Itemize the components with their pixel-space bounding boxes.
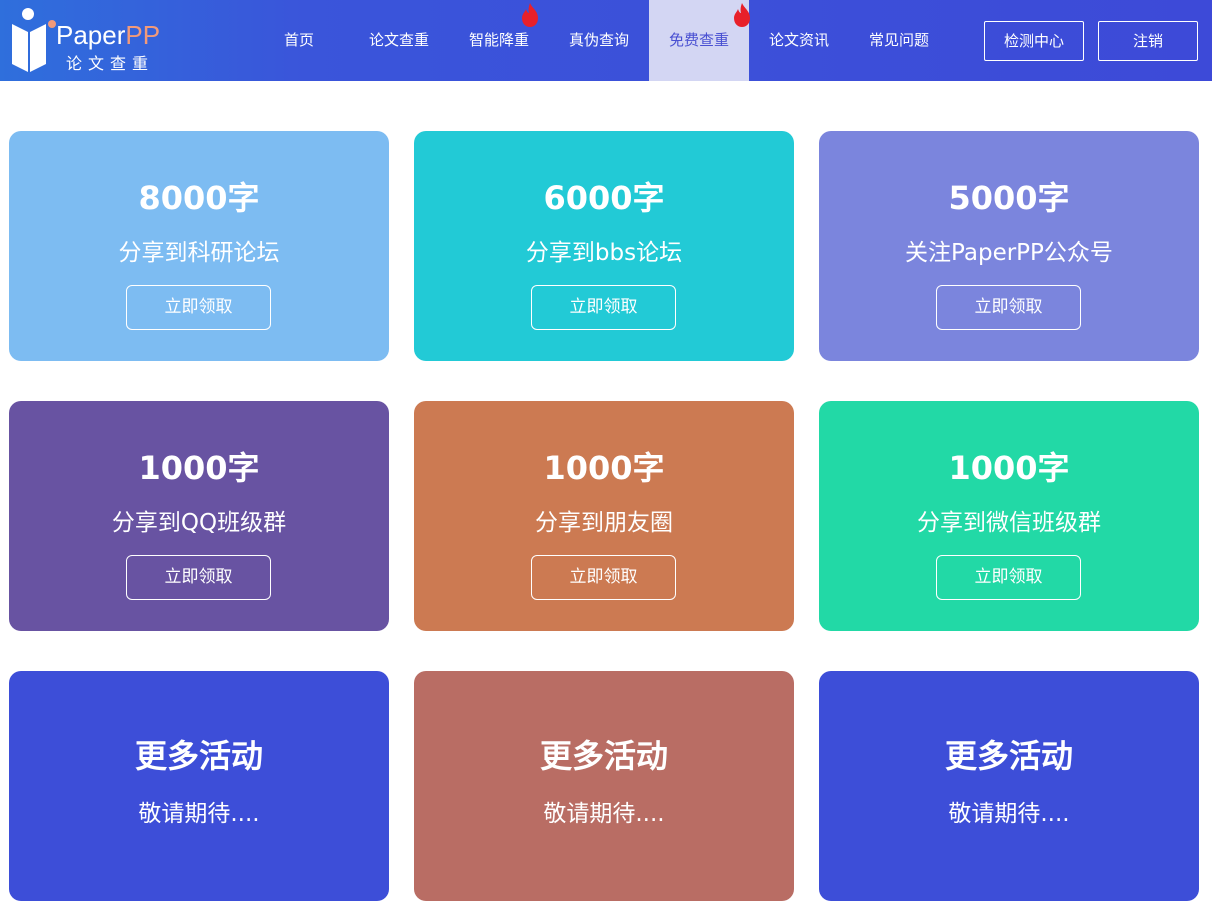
- book-person-icon: [12, 8, 56, 72]
- offer-card: 1000字 分享到朋友圈 立即领取: [414, 401, 794, 631]
- card-subtitle: 敬请期待....: [138, 801, 260, 827]
- more-activities-card: 更多活动 敬请期待....: [819, 671, 1199, 901]
- nav-paper-news[interactable]: 论文资讯: [749, 0, 849, 81]
- more-activities-card: 更多活动 敬请期待....: [9, 671, 389, 901]
- card-subtitle: 分享到科研论坛: [118, 240, 280, 266]
- claim-button[interactable]: 立即领取: [936, 285, 1081, 330]
- logout-button[interactable]: 注销: [1098, 21, 1198, 61]
- card-title: 1000字: [543, 449, 665, 487]
- card-subtitle: 敬请期待....: [948, 801, 1070, 827]
- logo-tagline: 论文查重: [66, 54, 155, 73]
- detect-center-button[interactable]: 检测中心: [984, 21, 1084, 61]
- offer-card: 8000字 分享到科研论坛 立即领取: [9, 131, 389, 361]
- offer-card: 1000字 分享到QQ班级群 立即领取: [9, 401, 389, 631]
- card-title: 1000字: [948, 449, 1070, 487]
- fire-icon: [522, 3, 538, 27]
- logo[interactable]: PaperPP 论文查重: [8, 6, 168, 76]
- nav-free-check[interactable]: 免费查重: [649, 0, 750, 81]
- card-title: 5000字: [948, 179, 1070, 217]
- card-title: 更多活动: [944, 737, 1073, 775]
- card-subtitle: 分享到朋友圈: [535, 510, 673, 536]
- logo-brand: PaperPP: [56, 20, 161, 50]
- offer-card: 6000字 分享到bbs论坛 立即领取: [414, 131, 794, 361]
- card-subtitle: 分享到QQ班级群: [111, 510, 287, 536]
- card-title: 更多活动: [134, 737, 263, 775]
- offer-card: 1000字 分享到微信班级群 立即领取: [819, 401, 1199, 631]
- claim-button[interactable]: 立即领取: [531, 555, 676, 600]
- offer-card: 5000字 关注PaperPP公众号 立即领取: [819, 131, 1199, 361]
- card-title: 1000字: [138, 449, 260, 487]
- claim-button[interactable]: 立即领取: [531, 285, 676, 330]
- claim-button[interactable]: 立即领取: [126, 285, 271, 330]
- nav-home[interactable]: 首页: [249, 0, 349, 81]
- card-title: 更多活动: [539, 737, 668, 775]
- card-title: 8000字: [138, 179, 260, 217]
- card-subtitle: 分享到bbs论坛: [525, 240, 683, 266]
- claim-button[interactable]: 立即领取: [936, 555, 1081, 600]
- card-subtitle: 关注PaperPP公众号: [905, 240, 1113, 266]
- nav-authenticity-query[interactable]: 真伪查询: [549, 0, 649, 81]
- nav-faq[interactable]: 常见问题: [849, 0, 949, 81]
- nav-smart-rewrite[interactable]: 智能降重: [449, 0, 549, 81]
- card-subtitle: 分享到微信班级群: [917, 510, 1101, 536]
- card-subtitle: 敬请期待....: [543, 801, 665, 827]
- nav-paper-check[interactable]: 论文查重: [349, 0, 449, 81]
- top-header: PaperPP 论文查重 首页 论文查重 智能降重 真伪查询 免费查重 论文资讯…: [0, 0, 1212, 81]
- more-activities-card: 更多活动 敬请期待....: [414, 671, 794, 901]
- card-title: 6000字: [543, 179, 665, 217]
- claim-button[interactable]: 立即领取: [126, 555, 271, 600]
